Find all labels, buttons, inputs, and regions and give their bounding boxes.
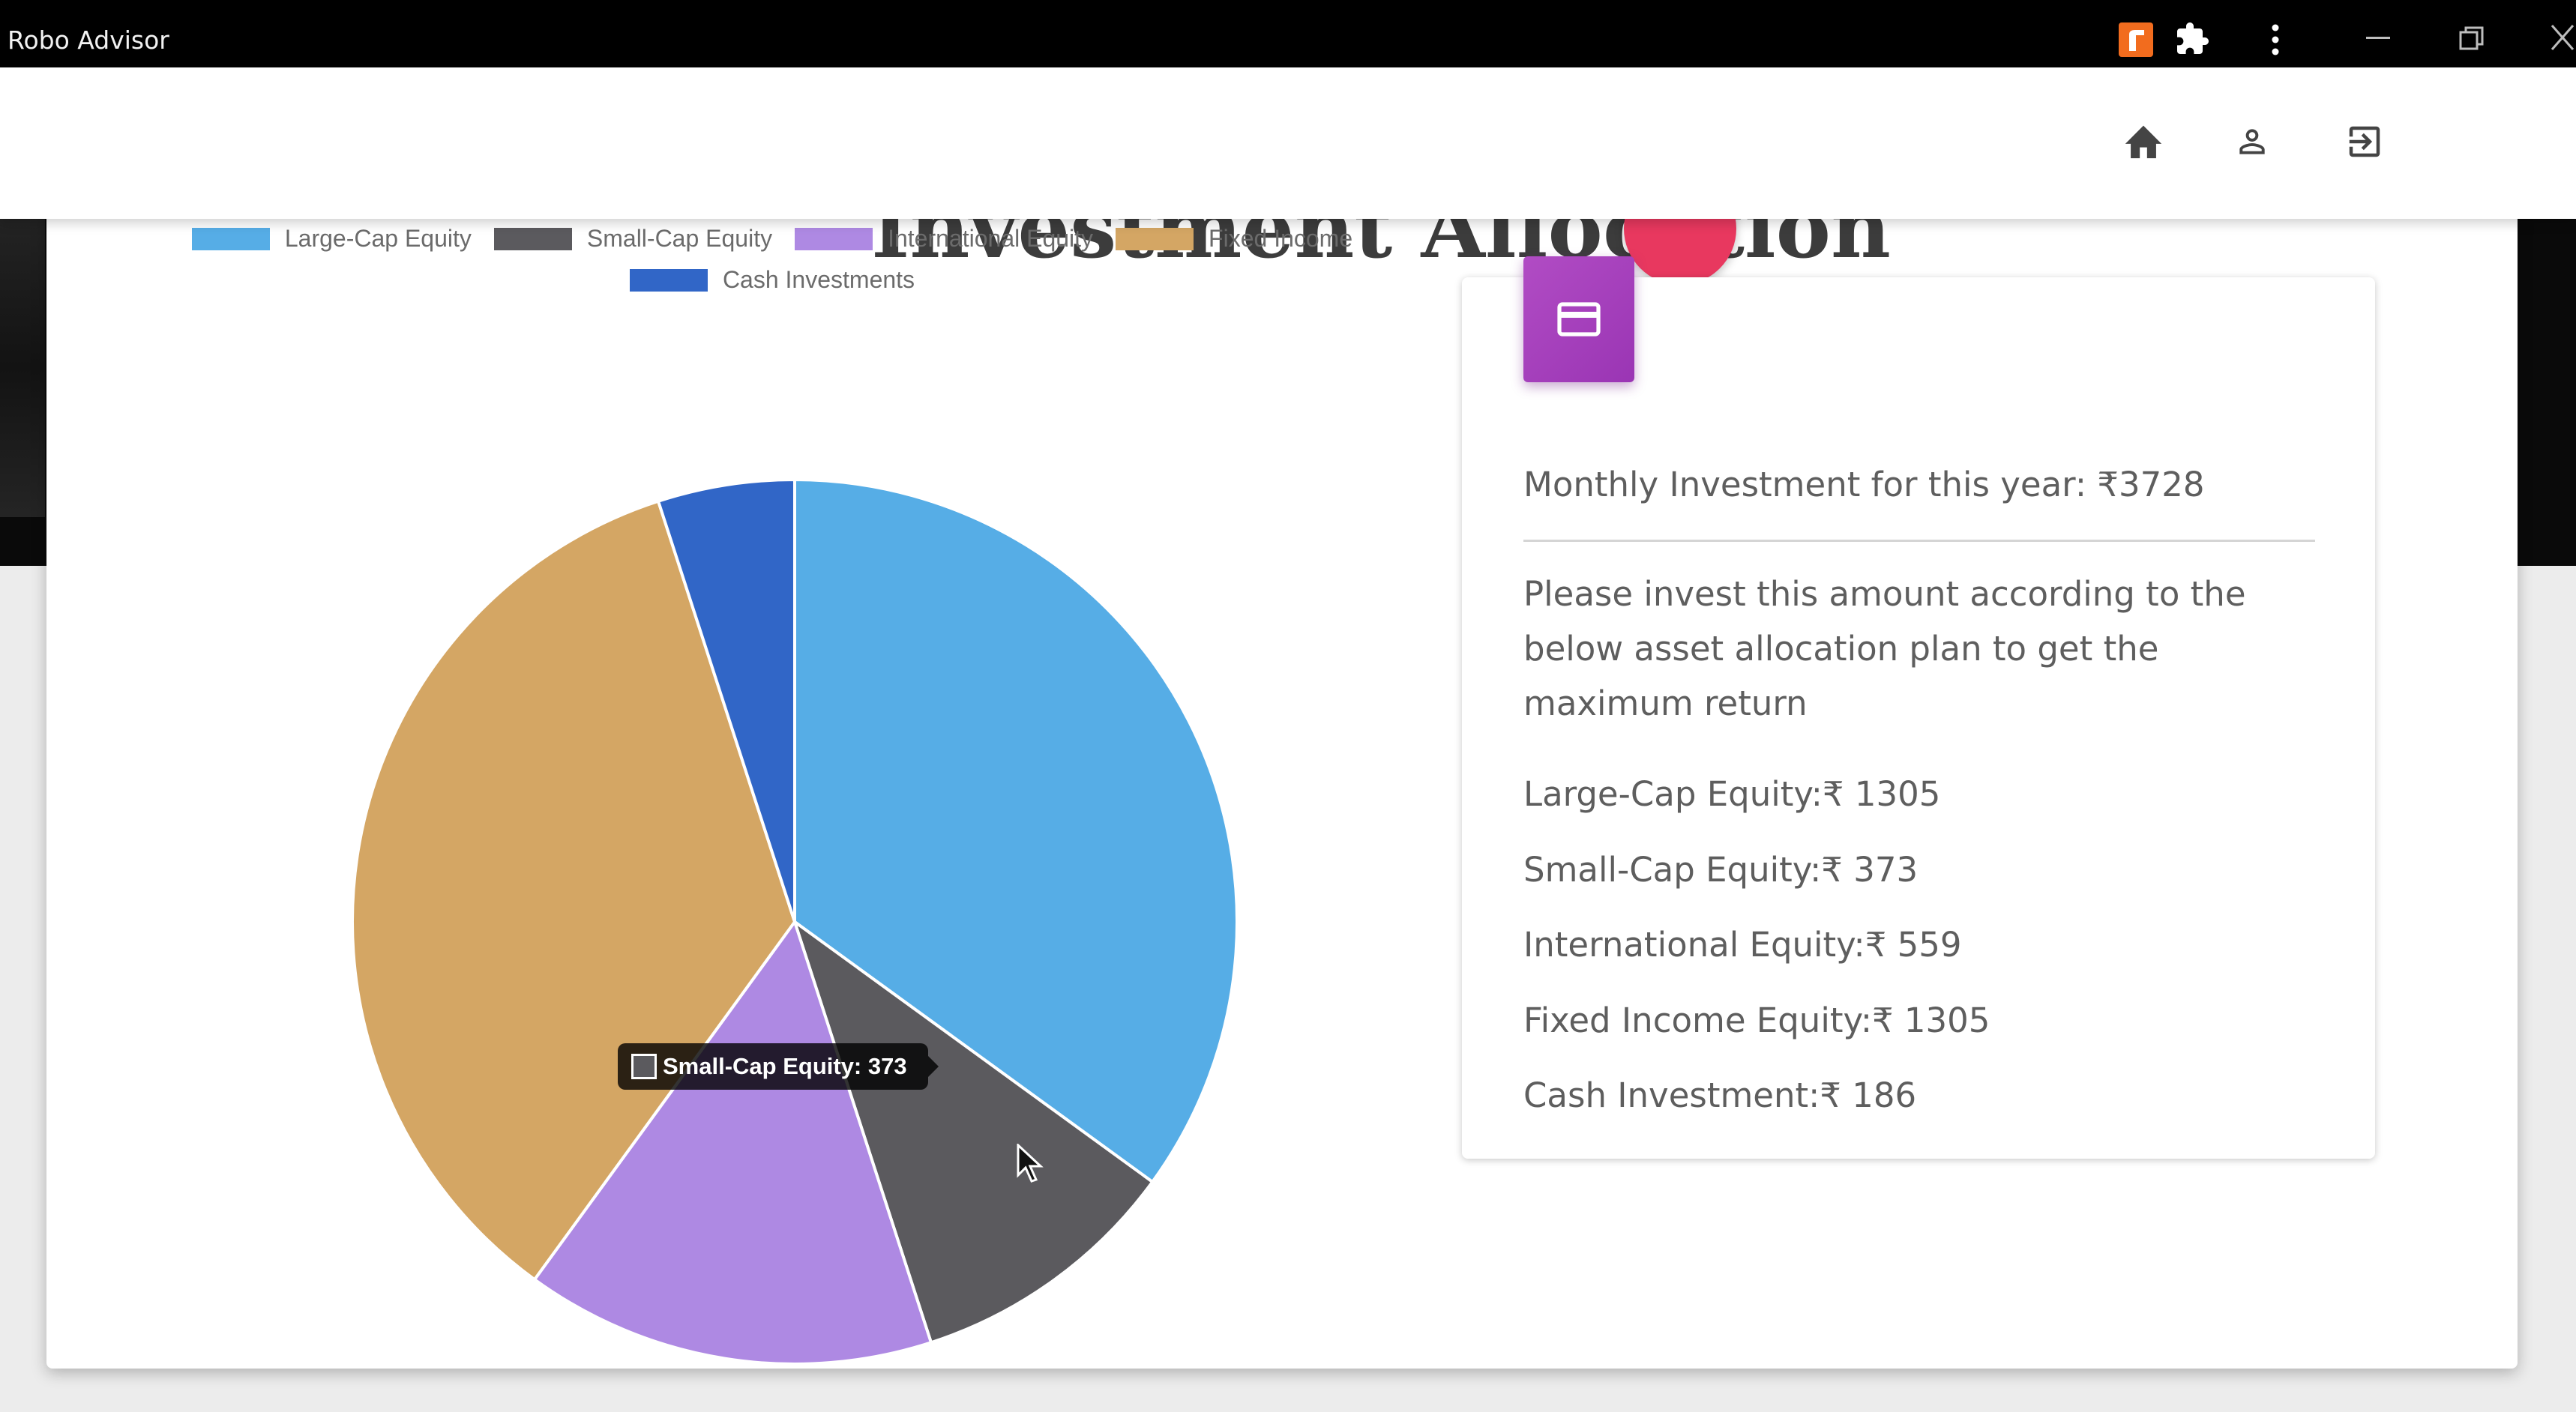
minimize-icon[interactable]: [2366, 36, 2390, 40]
instruction-text: Please invest this amount according to t…: [1523, 574, 2246, 723]
investment-info-card: Monthly Investment for this year: ₹3728 …: [1462, 256, 2375, 1159]
allocation-list: Large-Cap Equity:₹ 1305 Small-Cap Equity…: [1523, 764, 1990, 1141]
allocation-item-large-cap: Large-Cap Equity:₹ 1305: [1523, 774, 1941, 814]
tooltip-text: Small-Cap Equity: 373: [663, 1053, 907, 1079]
allocation-item-fixed-income: Fixed Income Equity:₹ 1305: [1523, 1000, 1990, 1040]
credit-card-icon: [1557, 302, 1601, 337]
home-icon[interactable]: [2122, 120, 2165, 160]
allocation-item-international: International Equity:₹ 559: [1523, 925, 1962, 965]
tooltip-swatch: [631, 1054, 657, 1079]
close-icon[interactable]: [2549, 22, 2576, 52]
puzzle-icon[interactable]: [2174, 21, 2210, 57]
credit-card-icon-badge: [1523, 256, 1634, 382]
person-icon[interactable]: [2233, 123, 2272, 160]
divider: [1523, 540, 2315, 542]
extension-r-icon[interactable]: [2119, 22, 2153, 57]
allocation-item-small-cap: Small-Cap Equity:₹ 373: [1523, 849, 1919, 890]
logout-icon[interactable]: [2344, 121, 2386, 162]
chart-tooltip: Small-Cap Equity: 373: [618, 1043, 939, 1090]
restore-icon[interactable]: [2459, 25, 2485, 51]
mouse-cursor-icon: [1017, 1144, 1044, 1183]
app-header: [0, 67, 2576, 219]
monthly-investment: Monthly Investment for this year: ₹3728: [1523, 465, 2205, 504]
more-vert-icon[interactable]: [2264, 22, 2287, 57]
allocation-item-cash: Cash Investment:₹ 186: [1523, 1075, 1917, 1115]
